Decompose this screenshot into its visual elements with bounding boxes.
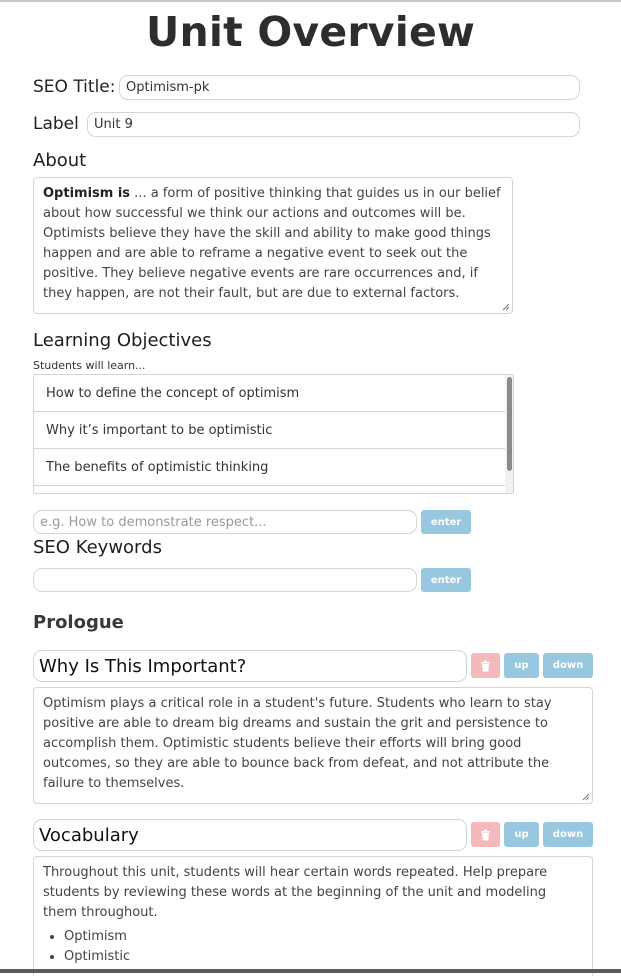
list-item[interactable] — [34, 486, 513, 493]
trash-icon — [481, 829, 490, 840]
resize-grip-icon[interactable] — [582, 793, 590, 801]
top-border — [0, 0, 621, 2]
objectives-list[interactable]: How to define the concept of optimism Wh… — [33, 374, 514, 494]
move-down-button[interactable]: down — [543, 653, 593, 678]
move-down-button[interactable]: down — [543, 822, 593, 847]
objectives-scrollbar[interactable] — [505, 375, 513, 493]
keywords-heading: SEO Keywords — [33, 537, 162, 558]
section-body-textarea[interactable]: Throughout this unit, students will hear… — [33, 856, 593, 976]
section-body-text: Throughout this unit, students will hear… — [43, 865, 548, 920]
keywords-input[interactable] — [33, 568, 417, 592]
about-heading: About — [33, 150, 87, 171]
delete-section-button[interactable] — [471, 653, 500, 678]
label-field-label: Label — [33, 114, 79, 134]
scrollbar-thumb[interactable] — [507, 377, 512, 471]
move-up-button[interactable]: up — [504, 822, 539, 847]
keywords-enter-button[interactable]: enter — [421, 568, 471, 592]
section-title-input[interactable]: Vocabulary — [33, 819, 467, 851]
list-item[interactable]: Why it’s important to be optimistic — [34, 412, 513, 449]
about-text: ... a form of positive thinking that gui… — [43, 186, 501, 301]
resize-grip-icon[interactable] — [502, 303, 510, 311]
objectives-subheading: Students will learn... — [33, 359, 146, 372]
bottom-scrollbar-edge — [0, 969, 621, 973]
move-up-button[interactable]: up — [504, 653, 539, 678]
section-title-input[interactable]: Why Is This Important? — [33, 650, 467, 682]
page-title: Unit Overview — [145, 8, 476, 56]
vocabulary-list: Optimism Optimistic — [43, 927, 583, 967]
trash-icon — [481, 660, 490, 671]
vocabulary-item: Optimism — [64, 927, 583, 947]
prologue-heading: Prologue — [33, 612, 124, 633]
seo-title-label: SEO Title: — [33, 77, 116, 97]
about-textarea[interactable]: Optimism is ... a form of positive think… — [33, 177, 513, 314]
about-bold-lead: Optimism is — [43, 186, 131, 201]
list-item[interactable]: The benefits of optimistic thinking — [34, 449, 513, 486]
objective-enter-button[interactable]: enter — [421, 510, 471, 534]
objectives-heading: Learning Objectives — [33, 330, 212, 351]
seo-title-input[interactable]: Optimism-pk — [119, 75, 580, 100]
delete-section-button[interactable] — [471, 822, 500, 847]
vocabulary-item: Optimistic — [64, 947, 583, 967]
section-body-textarea[interactable]: Optimism plays a critical role in a stud… — [33, 687, 593, 804]
label-input[interactable]: Unit 9 — [87, 112, 580, 137]
list-item[interactable]: How to define the concept of optimism — [34, 375, 513, 412]
objective-input[interactable]: e.g. How to demonstrate respect... — [33, 510, 417, 534]
section-body-text: Optimism plays a critical role in a stud… — [43, 696, 552, 791]
